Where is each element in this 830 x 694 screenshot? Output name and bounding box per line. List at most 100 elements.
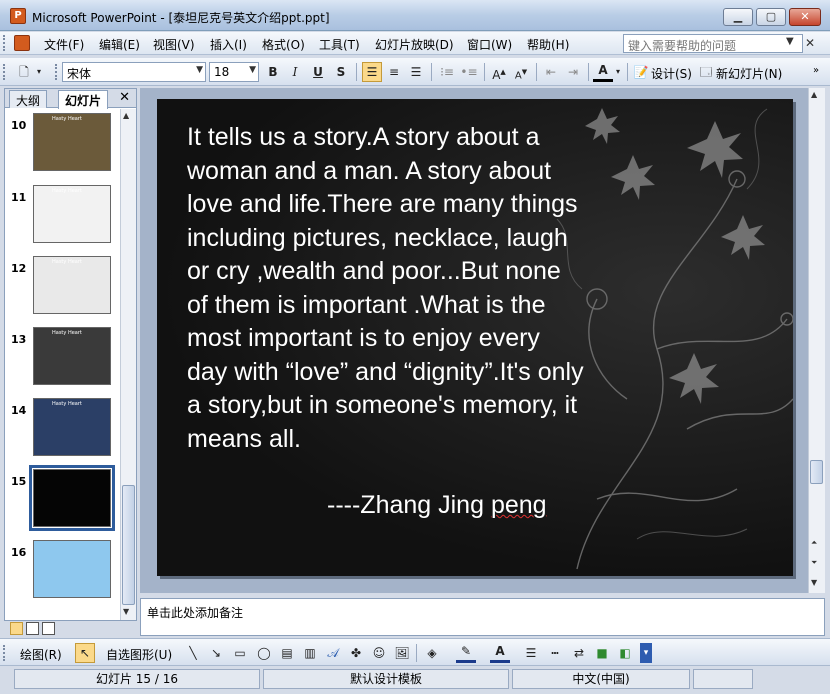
diagram-icon[interactable]: ✤ (346, 643, 366, 663)
slide-editor-scrollbar[interactable]: ▲ ⏶ ⏷ ▼ (808, 88, 825, 593)
wordart-icon[interactable]: 𝒜 (323, 643, 343, 663)
new-document-dropdown-icon[interactable]: ▾ (34, 62, 44, 82)
slide-thumbnail-entry[interactable]: 15 (5, 465, 120, 535)
menu-slideshow[interactable]: 幻灯片放映(D) (375, 36, 454, 53)
design-icon[interactable]: 📝 (632, 62, 650, 82)
slide-thumbnail[interactable]: Hasty Heart (33, 398, 111, 456)
line-tool-icon[interactable]: ╲ (183, 643, 203, 663)
toolbar-options-icon[interactable]: » (813, 65, 819, 76)
font-color-dropdown-icon[interactable]: ▾ (613, 62, 623, 82)
scrollbar-thumb[interactable] (810, 460, 823, 484)
scrollbar-thumb[interactable] (122, 485, 135, 605)
italic-button[interactable]: I (285, 62, 305, 82)
slideshow-view-icon[interactable] (42, 622, 55, 635)
arrow-tool-icon[interactable]: ↘ (206, 643, 226, 663)
slide-thumbnail-entry[interactable]: 14 Hasty Heart (5, 394, 120, 464)
panel-close-icon[interactable]: ✕ (119, 90, 130, 105)
fill-color-icon[interactable]: ◈ (422, 643, 442, 663)
slide-thumbnail-entry[interactable]: 12 Hasty Heart (5, 252, 120, 322)
drawing-font-color-icon[interactable]: A (490, 643, 510, 663)
slide-thumbnail-entry[interactable]: 13 Hasty Heart (5, 323, 120, 393)
select-pointer-icon[interactable]: ↖ (75, 643, 95, 663)
notes-pane[interactable]: 单击此处添加备注 (140, 598, 825, 636)
current-slide[interactable]: It tells us a story.A story about a woma… (157, 99, 793, 576)
powerpoint-app-icon[interactable]: P (10, 8, 26, 24)
help-search-input[interactable]: 键入需要帮助的问题 (623, 34, 803, 53)
doc-close-icon[interactable]: ✕ (805, 36, 815, 50)
menu-format[interactable]: 格式(O) (262, 36, 305, 53)
font-color-icon[interactable]: A (593, 62, 613, 82)
font-size-dropdown-icon[interactable]: ▼ (249, 65, 256, 75)
menu-edit[interactable]: 编辑(E) (99, 36, 140, 53)
new-slide-icon[interactable]: 🗔 (697, 62, 715, 82)
slide-thumbnail-entry[interactable]: 11 Hasty Heart (5, 181, 120, 251)
slide-thumbnail[interactable] (33, 540, 111, 598)
menu-window[interactable]: 窗口(W) (467, 36, 512, 53)
align-right-icon[interactable]: ☰ (406, 62, 426, 82)
scroll-down-icon[interactable]: ▼ (811, 578, 817, 587)
menu-file[interactable]: 文件(F) (44, 36, 84, 53)
previous-slide-icon[interactable]: ⏶ (811, 538, 817, 548)
menu-insert[interactable]: 插入(I) (210, 36, 247, 53)
slides-panel-scrollbar[interactable]: ▲ ▼ (120, 109, 136, 620)
insert-picture-icon[interactable]: 🖼 (392, 643, 412, 663)
increase-font-size-icon[interactable]: A▲ (489, 62, 509, 82)
font-name-dropdown-icon[interactable]: ▼ (196, 65, 203, 75)
slide-signature[interactable]: ----Zhang Jing peng (327, 491, 587, 520)
shadow-style-icon[interactable]: ■ (592, 643, 612, 663)
new-document-icon[interactable]: 🗋 (14, 62, 34, 82)
dash-style-icon[interactable]: ┅ (545, 643, 565, 663)
document-menu-icon[interactable] (14, 35, 30, 51)
tab-slides[interactable]: 幻灯片 (58, 90, 109, 109)
slide-sorter-view-icon[interactable] (26, 622, 39, 635)
close-button[interactable]: ✕ (789, 8, 821, 26)
slide-thumbnail[interactable] (29, 465, 115, 531)
scroll-up-icon[interactable]: ▲ (123, 111, 129, 120)
slide-thumbnail[interactable]: Hasty Heart (33, 185, 111, 243)
3d-style-icon[interactable]: ◧ (615, 643, 635, 663)
menu-tools[interactable]: 工具(T) (319, 36, 360, 53)
new-slide-button[interactable]: 新幻灯片(N) (716, 65, 782, 82)
slide-thumbnail[interactable]: Hasty Heart (33, 327, 111, 385)
rectangle-tool-icon[interactable]: ▭ (230, 643, 250, 663)
slide-thumbnail[interactable]: Hasty Heart (33, 256, 111, 314)
increase-indent-icon[interactable]: ⇥ (563, 62, 583, 82)
decrease-font-size-icon[interactable]: A▼ (511, 62, 531, 82)
bullets-icon[interactable]: •≡ (459, 62, 479, 82)
drawing-toolbar-options-icon[interactable]: ▾ (640, 643, 652, 663)
menu-help[interactable]: 帮助(H) (527, 36, 569, 53)
next-slide-icon[interactable]: ⏷ (811, 558, 817, 568)
arrow-style-icon[interactable]: ⇄ (569, 643, 589, 663)
scroll-up-icon[interactable]: ▲ (811, 90, 817, 99)
normal-view-icon[interactable] (10, 622, 23, 635)
line-style-icon[interactable]: ☰ (521, 643, 541, 663)
slide-thumbnail-entry[interactable]: 16 (5, 536, 120, 606)
line-color-icon[interactable]: ✎ (456, 643, 476, 663)
draw-menu-button[interactable]: 绘图(R) (20, 646, 62, 663)
slide-body-text[interactable]: It tells us a story.A story about a woma… (187, 121, 587, 456)
menubar-grip[interactable] (3, 35, 6, 51)
font-size-combo[interactable]: 18 ▼ (209, 62, 259, 82)
tab-outline[interactable]: 大纲 (9, 90, 48, 108)
slide-thumbnail[interactable]: Hasty Heart (33, 113, 111, 171)
vertical-textbox-icon[interactable]: ▥ (300, 643, 320, 663)
toolbar-grip[interactable] (3, 64, 6, 80)
maximize-button[interactable]: ▢ (756, 8, 786, 26)
textbox-tool-icon[interactable]: ▤ (277, 643, 297, 663)
scroll-down-icon[interactable]: ▼ (123, 607, 129, 616)
oval-tool-icon[interactable]: ◯ (254, 643, 274, 663)
toolbar-grip-2[interactable] (55, 64, 58, 80)
align-center-icon[interactable]: ≡ (384, 62, 404, 82)
autoshapes-menu-button[interactable]: 自选图形(U) (106, 646, 172, 663)
align-left-icon[interactable]: ☰ (362, 62, 382, 82)
slide-thumbnail-entry[interactable]: 10 Hasty Heart (5, 109, 120, 179)
decrease-indent-icon[interactable]: ⇤ (541, 62, 561, 82)
minimize-button[interactable]: ▁ (723, 8, 753, 26)
help-dropdown-icon[interactable]: ▼ (786, 36, 794, 47)
numbering-icon[interactable]: ⁝≡ (437, 62, 457, 82)
shadow-button[interactable]: S (331, 62, 351, 82)
clipart-icon[interactable]: ☺ (369, 643, 389, 663)
font-name-combo[interactable]: 宋体 ▼ (62, 62, 206, 82)
bold-button[interactable]: B (263, 62, 283, 82)
menu-view[interactable]: 视图(V) (153, 36, 195, 53)
